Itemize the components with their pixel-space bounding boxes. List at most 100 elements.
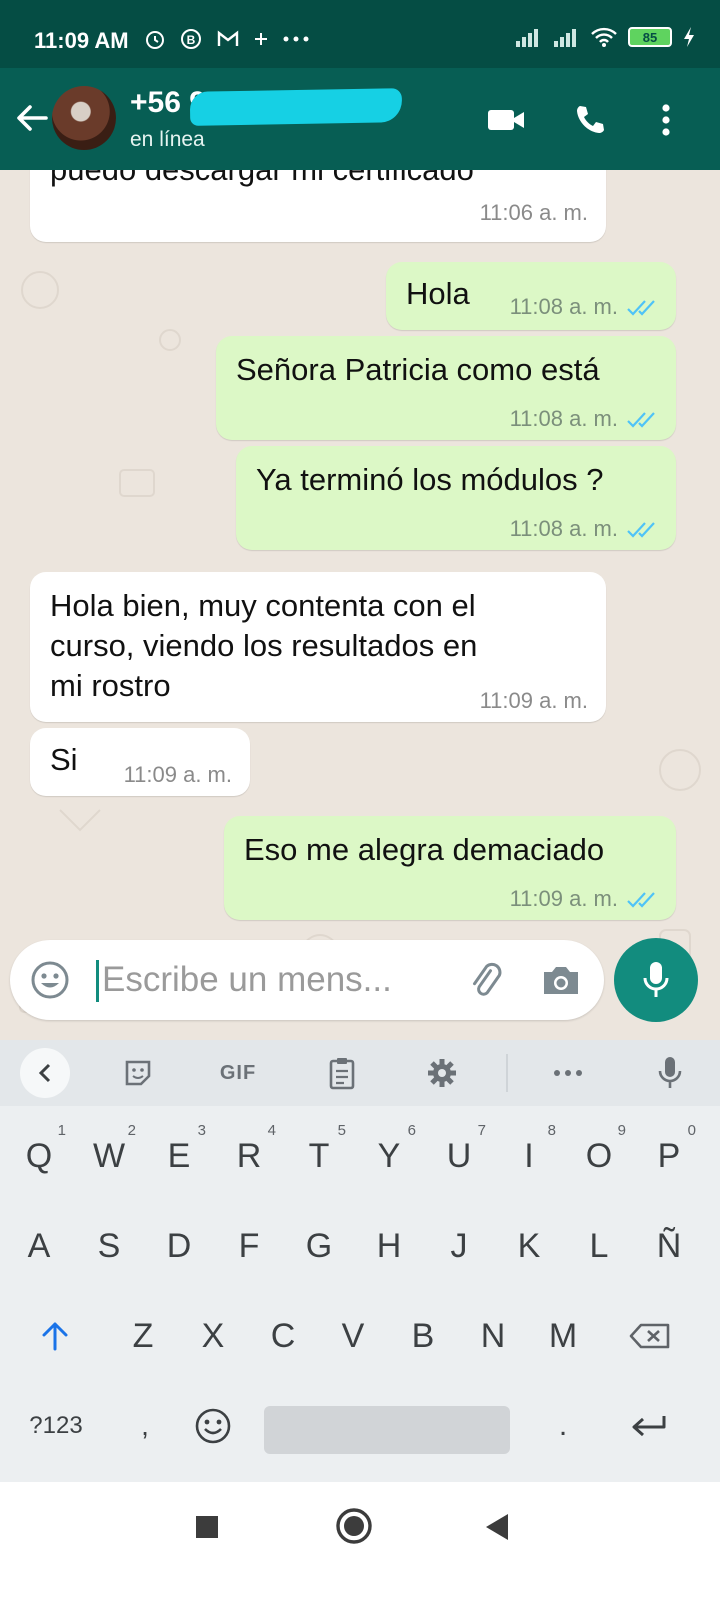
enter-key[interactable]	[614, 1382, 684, 1470]
key-j[interactable]: J	[424, 1202, 494, 1290]
shift-key[interactable]	[20, 1292, 90, 1380]
back-arrow-icon[interactable]	[12, 98, 52, 138]
message-text: curso, viendo los resultados en	[50, 628, 478, 663]
key-row-2: A S D F G H J K L Ñ	[0, 1202, 720, 1290]
chat-header: +56 9 en línea	[0, 68, 720, 170]
message-text: Si	[50, 742, 78, 777]
key-h[interactable]: H	[354, 1202, 424, 1290]
message-bubble-incoming[interactable]: Si 11:09 a. m.	[30, 728, 250, 796]
double-check-icon	[627, 300, 655, 316]
message-bubble-incoming[interactable]: puedo descargar mi certificado 11:06 a. …	[30, 170, 606, 242]
charging-icon	[684, 27, 694, 47]
message-time: 11:08 a. m.	[509, 516, 618, 541]
gmail-icon	[217, 30, 239, 46]
signal-icon	[516, 29, 538, 47]
key-a[interactable]: A	[4, 1202, 74, 1290]
key-q[interactable]: Q1	[4, 1112, 74, 1200]
key-u[interactable]: U7	[424, 1112, 494, 1200]
key-m[interactable]: M	[528, 1292, 598, 1380]
message-bubble-outgoing[interactable]: Señora Patricia como está 11:08 a. m.	[216, 336, 676, 440]
key-z[interactable]: Z	[108, 1292, 178, 1380]
key-o[interactable]: O9	[564, 1112, 634, 1200]
text-caret	[96, 960, 99, 1002]
message-composer[interactable]: Escribe un mens...	[10, 940, 604, 1020]
more-vert-icon	[662, 104, 670, 136]
toolbar-divider	[506, 1054, 508, 1092]
backspace-icon	[629, 1323, 670, 1349]
key-e[interactable]: E3	[144, 1112, 214, 1200]
key-row-3: Z X C V B N M	[0, 1292, 720, 1380]
key-enye[interactable]: Ñ	[634, 1202, 704, 1290]
emoji-key[interactable]	[178, 1382, 248, 1470]
key-w[interactable]: W2	[74, 1112, 144, 1200]
key-s[interactable]: S	[74, 1202, 144, 1290]
key-r[interactable]: R4	[214, 1112, 284, 1200]
message-bubble-outgoing[interactable]: Hola 11:08 a. m.	[386, 262, 676, 330]
enter-arrow-icon	[632, 1416, 666, 1437]
message-bubble-outgoing[interactable]: Ya terminó los módulos ? 11:08 a. m.	[236, 446, 676, 550]
voice-typing-button[interactable]	[650, 1052, 690, 1094]
key-p[interactable]: P0	[634, 1112, 704, 1200]
symbols-key[interactable]: ?123	[14, 1382, 98, 1470]
paperclip-icon[interactable]	[462, 958, 506, 1002]
clipboard-button[interactable]	[322, 1052, 362, 1094]
message-input[interactable]: Escribe un mens...	[102, 960, 392, 1000]
message-text: Hola bien, muy contenta con el	[50, 588, 476, 623]
signal-icon	[554, 29, 576, 47]
message-bubble-incoming[interactable]: Hola bien, muy contenta con el curso, vi…	[30, 572, 606, 722]
message-time: 11:06 a. m.	[479, 200, 588, 225]
chat-area[interactable]: puedo descargar mi certificado 11:06 a. …	[0, 170, 720, 1040]
backspace-key[interactable]	[612, 1292, 688, 1380]
key-b[interactable]: B	[388, 1292, 458, 1380]
voice-note-button[interactable]	[614, 938, 698, 1022]
key-t[interactable]: T5	[284, 1112, 354, 1200]
overflow-menu-button[interactable]	[644, 98, 688, 142]
redaction-mark	[189, 88, 403, 126]
sparkle-icon	[255, 33, 267, 45]
key-d[interactable]: D	[144, 1202, 214, 1290]
message-text: puedo descargar mi certificado	[50, 170, 474, 190]
avatar[interactable]	[52, 86, 116, 150]
b-circle-icon: B	[181, 29, 201, 49]
video-call-button[interactable]	[484, 98, 528, 142]
wifi-icon	[591, 27, 617, 47]
soft-keyboard: GIF Q1 W2 E3 R4 T5 Y6 U7 I8 O9 P0 A S D …	[0, 1040, 720, 1482]
message-bubble-outgoing[interactable]: Eso me alegra demaciado 11:09 a. m.	[224, 816, 676, 920]
gif-button[interactable]: GIF	[210, 1052, 266, 1094]
key-i[interactable]: I8	[494, 1112, 564, 1200]
recents-square-icon[interactable]	[194, 1514, 220, 1540]
settings-button[interactable]	[422, 1052, 462, 1094]
back-triangle-icon[interactable]	[484, 1512, 510, 1542]
camera-icon[interactable]	[538, 958, 584, 1002]
key-l[interactable]: L	[564, 1202, 634, 1290]
key-y[interactable]: Y6	[354, 1112, 424, 1200]
more-options-button[interactable]	[548, 1052, 588, 1094]
alarm-icon	[146, 31, 164, 49]
key-f[interactable]: F	[214, 1202, 284, 1290]
key-v[interactable]: V	[318, 1292, 388, 1380]
period-key[interactable]: .	[528, 1382, 598, 1470]
message-time: 11:09 a. m.	[509, 886, 618, 911]
message-time: 11:08 a. m.	[509, 294, 618, 319]
key-n[interactable]: N	[458, 1292, 528, 1380]
battery-icon: 85	[628, 27, 672, 47]
more-horiz-icon	[554, 1070, 582, 1076]
keyboard-toolbar: GIF	[0, 1040, 720, 1106]
key-k[interactable]: K	[494, 1202, 564, 1290]
toolbar-collapse-button[interactable]	[20, 1048, 70, 1098]
home-circle-icon[interactable]	[334, 1506, 374, 1546]
voice-call-button[interactable]	[568, 98, 612, 142]
emoji-icon[interactable]	[28, 958, 72, 1002]
key-x[interactable]: X	[178, 1292, 248, 1380]
comma-key[interactable]: ,	[110, 1382, 180, 1470]
system-nav-bar	[0, 1482, 720, 1600]
sticker-button[interactable]	[118, 1052, 158, 1094]
status-time: 11:09 AM	[34, 28, 129, 53]
message-text: mi rostro	[50, 668, 171, 703]
key-c[interactable]: C	[248, 1292, 318, 1380]
space-bar[interactable]	[264, 1406, 510, 1454]
clipboard-icon	[329, 1058, 355, 1090]
key-g[interactable]: G	[284, 1202, 354, 1290]
key-row-4: ?123 , .	[0, 1382, 720, 1470]
sticker-icon	[125, 1060, 151, 1086]
